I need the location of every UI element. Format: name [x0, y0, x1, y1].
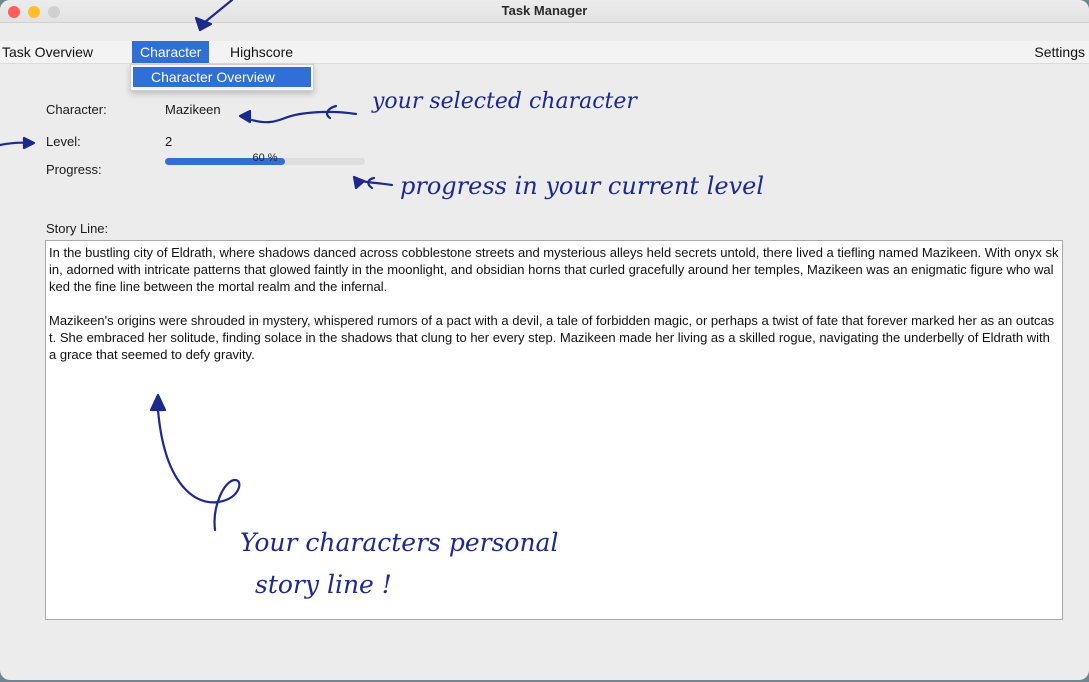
title-bar: Task Manager — [0, 0, 1089, 23]
story-line-textarea[interactable]: In the bustling city of Eldrath, where s… — [45, 240, 1063, 620]
menu-highscore[interactable]: Highscore — [226, 41, 297, 63]
menu-character[interactable]: Character — [132, 41, 210, 63]
annotation-story-line-2: story line ! — [255, 570, 392, 599]
story-paragraph: In the bustling city of Eldrath, where s… — [49, 245, 1059, 294]
level-progress-bar: 60 % — [165, 152, 365, 165]
story-paragraph: Mazikeen's origins were shrouded in myst… — [49, 313, 1055, 362]
menu-bar: Task Overview Character Highscore Settin… — [0, 41, 1089, 64]
menu-task-overview[interactable]: Task Overview — [0, 41, 99, 63]
annotation-story-line-1: Your characters personal — [240, 528, 559, 557]
annotation-progress: progress in your current level — [400, 172, 765, 200]
character-name: Mazikeen — [165, 102, 221, 117]
annotation-selected-character: your selected character — [372, 89, 637, 114]
progress-label: Progress: — [46, 162, 102, 177]
progress-text: 60 % — [252, 152, 278, 164]
character-dropdown-menu: Character Overview — [130, 64, 314, 91]
window-title: Task Manager — [501, 3, 588, 18]
level-value: 2 — [165, 134, 173, 149]
character-label: Character: — [46, 102, 107, 117]
menu-settings[interactable]: Settings — [1034, 41, 1085, 63]
menu-item-character-overview[interactable]: Character Overview — [133, 67, 311, 87]
level-label: Level: — [46, 134, 81, 149]
story-line-label: Story Line: — [46, 221, 109, 236]
